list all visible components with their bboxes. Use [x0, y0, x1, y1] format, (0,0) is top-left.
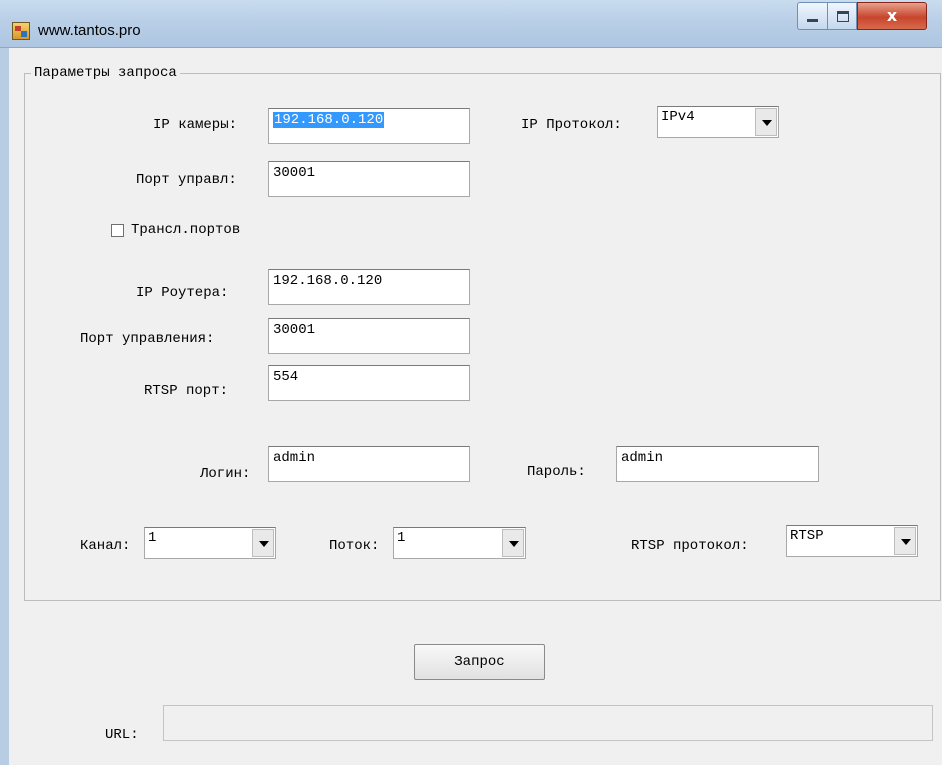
channel-value: 1: [148, 530, 157, 546]
group-title: Параметры запроса: [31, 64, 180, 82]
control-port-label: Порт управл:: [136, 172, 237, 188]
channel-label: Канал:: [80, 538, 131, 554]
ip-camera-value: 192.168.0.120: [273, 112, 385, 128]
control-port-value: 30001: [273, 165, 316, 181]
chevron-down-icon[interactable]: [894, 527, 916, 555]
control-port-input[interactable]: 30001: [268, 161, 470, 197]
minimize-button[interactable]: [797, 2, 827, 30]
rtsp-port-value: 554: [273, 369, 299, 385]
rtsp-protocol-label: RTSP протокол:: [631, 538, 749, 554]
login-value: admin: [273, 450, 316, 466]
window-title: www.tantos.pro: [38, 22, 141, 39]
stream-label: Поток:: [329, 538, 380, 554]
chevron-down-icon[interactable]: [252, 529, 274, 557]
close-icon: x: [886, 6, 898, 25]
router-ip-label: IP Роутера:: [136, 285, 229, 301]
password-value: admin: [621, 450, 664, 466]
maximize-button[interactable]: [827, 2, 857, 30]
channel-select[interactable]: 1: [144, 527, 276, 559]
rtsp-port-label: RTSP порт:: [144, 383, 229, 399]
url-label: URL:: [105, 727, 139, 743]
management-port-input[interactable]: 30001: [268, 318, 470, 354]
router-ip-value: 192.168.0.120: [273, 273, 383, 289]
stream-select[interactable]: 1: [393, 527, 526, 559]
minimize-icon: [807, 19, 818, 22]
stream-value: 1: [397, 530, 406, 546]
close-button[interactable]: x: [857, 2, 927, 30]
ip-protocol-value: IPv4: [661, 109, 695, 125]
title-bar[interactable]: www.tantos.pro x: [0, 0, 942, 48]
app-icon: [12, 22, 30, 40]
chevron-down-icon[interactable]: [755, 108, 777, 136]
rtsp-protocol-select[interactable]: RTSP: [786, 525, 918, 557]
request-button[interactable]: Запрос: [414, 644, 545, 680]
client-area: Параметры запроса IP камеры: 192.168.0.1…: [9, 48, 942, 765]
request-parameters-group: Параметры запроса IP камеры: 192.168.0.1…: [24, 64, 941, 601]
maximize-icon: [837, 11, 849, 22]
login-label: Логин:: [200, 466, 251, 482]
router-ip-input[interactable]: 192.168.0.120: [268, 269, 470, 305]
ip-camera-label: IP камеры:: [153, 117, 238, 133]
port-forwarding-label: Трансл.портов: [131, 222, 241, 238]
rtsp-protocol-value: RTSP: [790, 528, 824, 544]
password-label: Пароль:: [527, 464, 586, 480]
ip-protocol-label: IP Протокол:: [521, 117, 622, 133]
window-frame-left: [0, 48, 9, 765]
login-input[interactable]: admin: [268, 446, 470, 482]
ip-protocol-select[interactable]: IPv4: [657, 106, 779, 138]
rtsp-port-input[interactable]: 554: [268, 365, 470, 401]
port-forwarding-checkbox[interactable]: [111, 224, 124, 237]
management-port-label: Порт управления:: [80, 331, 215, 347]
password-input[interactable]: admin: [616, 446, 819, 482]
ip-camera-input[interactable]: 192.168.0.120: [268, 108, 470, 144]
chevron-down-icon[interactable]: [502, 529, 524, 557]
management-port-value: 30001: [273, 322, 316, 338]
url-field[interactable]: [163, 705, 933, 741]
